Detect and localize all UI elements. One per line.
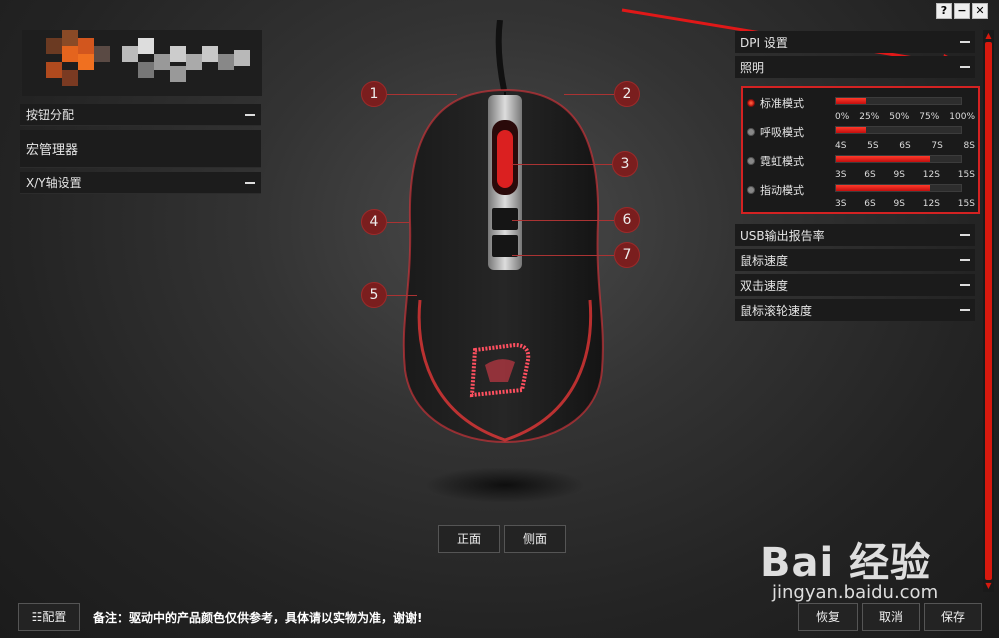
- mode-breathing[interactable]: 呼吸模式: [747, 124, 804, 140]
- tick: 75%: [919, 112, 940, 122]
- double-click-label: 双击速度: [740, 278, 789, 293]
- radio-standard[interactable]: [747, 99, 755, 107]
- tick: 15S: [957, 170, 975, 180]
- tick: 6S: [864, 199, 876, 209]
- radio-breathing[interactable]: [747, 128, 755, 136]
- mode-breathing-label: 呼吸模式: [760, 126, 804, 139]
- callout-2: 2: [614, 81, 640, 107]
- callout-line-5: [387, 295, 417, 296]
- tick: 6S: [899, 141, 911, 151]
- tick: 12S: [922, 199, 940, 209]
- tick: 5S: [867, 141, 879, 151]
- tick: 50%: [889, 112, 910, 122]
- lighting-section[interactable]: 照明: [735, 56, 975, 78]
- lighting-label: 照明: [740, 60, 765, 75]
- disclaimer-note: 备注：驱动中的产品颜色仅供参考，具体请以实物为准，谢谢!: [93, 611, 423, 625]
- radio-finger[interactable]: [747, 186, 755, 194]
- tick: 8S: [963, 141, 975, 151]
- mouse-speed-section[interactable]: 鼠标速度: [735, 249, 975, 271]
- tick: 15S: [957, 199, 975, 209]
- dpi-settings-section[interactable]: DPI 设置: [735, 31, 975, 53]
- xy-axis-section[interactable]: X/Y轴设置: [20, 172, 261, 194]
- standard-brightness-slider[interactable]: [835, 97, 962, 105]
- macro-manager-section[interactable]: 宏管理器: [20, 130, 261, 168]
- mode-finger-label: 指动模式: [760, 184, 804, 197]
- tick: 6S: [864, 170, 876, 180]
- callout-line-4: [387, 222, 409, 223]
- mode-standard[interactable]: 标准模式: [747, 95, 804, 111]
- callout-7: 7: [614, 242, 640, 268]
- config-label: 配置: [42, 610, 67, 624]
- mode-finger[interactable]: 指动模式: [747, 182, 804, 198]
- xy-axis-label: X/Y轴设置: [26, 176, 82, 190]
- save-button[interactable]: 保存: [924, 603, 982, 631]
- callout-4: 4: [361, 209, 387, 235]
- button-assign-label: 按钮分配: [26, 108, 75, 122]
- side-view-button[interactable]: 侧面: [504, 525, 566, 553]
- tick: 7S: [931, 141, 943, 151]
- callout-5: 5: [361, 282, 387, 308]
- radio-neon[interactable]: [747, 157, 755, 165]
- cancel-button[interactable]: 取消: [862, 603, 920, 631]
- callout-line-7: [512, 255, 614, 256]
- neon-speed-slider[interactable]: [835, 155, 962, 163]
- watermark-url: jingyan.baidu.com: [772, 582, 939, 603]
- scroll-speed-section[interactable]: 鼠标滚轮速度: [735, 299, 975, 321]
- breathing-ticks: 4S 5S 6S 7S 8S: [835, 141, 975, 151]
- list-icon: ☷: [31, 610, 43, 624]
- tick: 0%: [835, 112, 850, 122]
- callout-line-1: [387, 94, 457, 95]
- collapse-icon[interactable]: [960, 234, 970, 236]
- neon-ticks: 3S 6S 9S 12S 15S: [835, 170, 975, 180]
- front-view-button[interactable]: 正面: [438, 525, 500, 553]
- watermark-brand: Bai 经验: [760, 540, 932, 586]
- tick: 4S: [835, 141, 847, 151]
- tick: 9S: [893, 199, 905, 209]
- callout-1: 1: [361, 81, 387, 107]
- callout-3: 3: [612, 151, 638, 177]
- usb-rate-label: USB输出报告率: [740, 228, 825, 243]
- scrollbar[interactable]: ▲ ▼: [983, 30, 994, 592]
- finger-ticks: 3S 6S 9S 12S 15S: [835, 199, 975, 209]
- scroll-thumb[interactable]: [985, 42, 992, 580]
- callout-6: 6: [614, 207, 640, 233]
- tick: 100%: [949, 112, 975, 122]
- restore-button[interactable]: 恢复: [798, 603, 858, 631]
- dpi-settings-label: DPI 设置: [740, 35, 788, 50]
- scroll-down-icon[interactable]: ▼: [984, 582, 993, 590]
- collapse-icon[interactable]: [960, 41, 970, 43]
- usb-rate-section[interactable]: USB输出报告率: [735, 224, 975, 246]
- brand-logo: [22, 30, 262, 96]
- collapse-icon[interactable]: [960, 284, 970, 286]
- collapse-icon[interactable]: [960, 259, 970, 261]
- tick: 25%: [859, 112, 880, 122]
- callout-line-3: [512, 164, 612, 165]
- collapse-icon[interactable]: [960, 66, 970, 68]
- collapse-icon[interactable]: [245, 181, 255, 184]
- mouse-speed-label: 鼠标速度: [740, 253, 789, 268]
- finger-speed-slider[interactable]: [835, 184, 962, 192]
- standard-ticks: 0% 25% 50% 75% 100%: [835, 112, 975, 122]
- macro-manager-label: 宏管理器: [26, 143, 79, 158]
- tick: 3S: [835, 170, 847, 180]
- lighting-panel: 标准模式 0% 25% 50% 75% 100% 呼吸模式 4S 5S 6S 7…: [741, 86, 980, 214]
- config-button[interactable]: ☷配置: [18, 603, 80, 631]
- tick: 9S: [893, 170, 905, 180]
- collapse-icon[interactable]: [960, 309, 970, 311]
- scroll-up-icon[interactable]: ▲: [984, 32, 993, 40]
- callout-line-6: [512, 220, 614, 221]
- breathing-speed-slider[interactable]: [835, 126, 962, 134]
- callout-line-2: [564, 94, 614, 95]
- watermark: Bai 经验 jingyan.baidu.com: [760, 530, 938, 603]
- mode-neon[interactable]: 霓虹模式: [747, 153, 804, 169]
- mode-standard-label: 标准模式: [760, 97, 804, 110]
- tick: 12S: [922, 170, 940, 180]
- scroll-speed-label: 鼠标滚轮速度: [740, 303, 813, 318]
- tick: 3S: [835, 199, 847, 209]
- double-click-section[interactable]: 双击速度: [735, 274, 975, 296]
- collapse-icon[interactable]: [245, 113, 255, 116]
- mode-neon-label: 霓虹模式: [760, 155, 804, 168]
- button-assign-section[interactable]: 按钮分配: [20, 104, 261, 126]
